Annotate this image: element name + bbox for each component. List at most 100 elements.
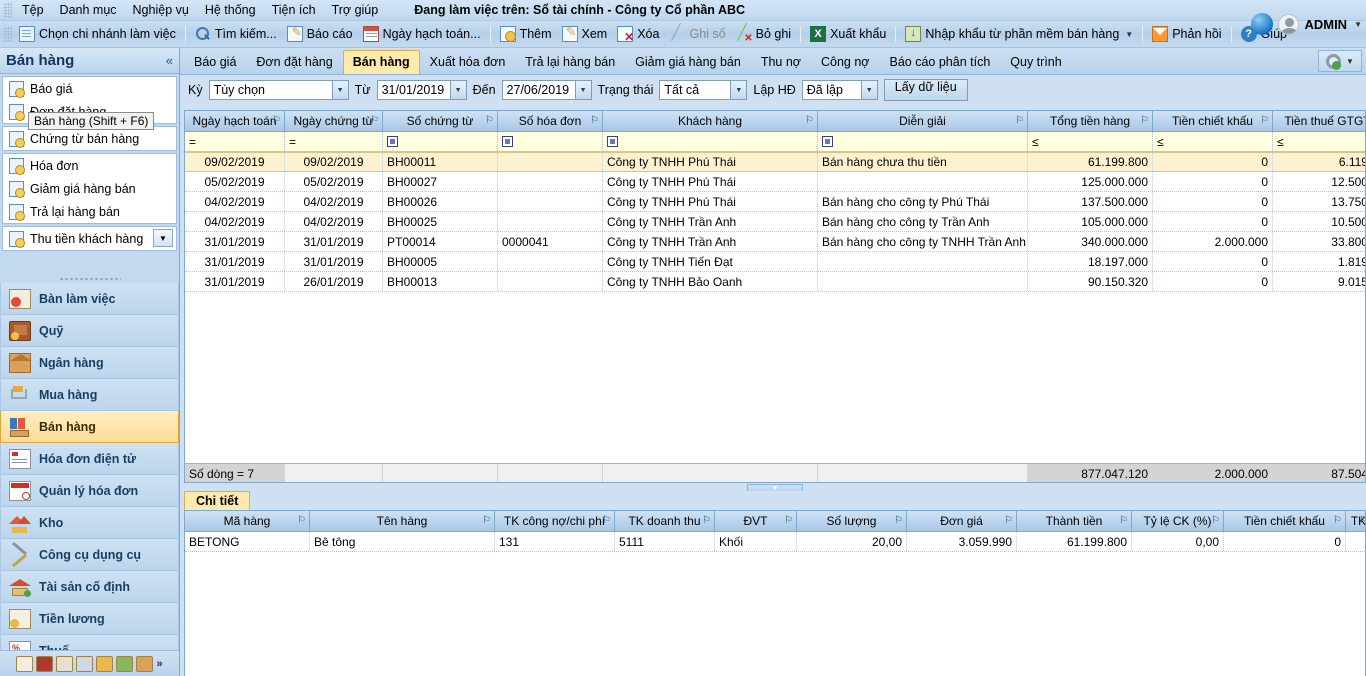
sidebar-splitter-grip[interactable] (0, 274, 179, 283)
tab-tra-lai-hang-ban[interactable]: Trả lại hàng bán (515, 50, 625, 74)
collapse-icon[interactable]: « (166, 53, 173, 68)
table-row[interactable]: 09/02/2019 09/02/2019 BH00011 Công ty TNHH … (185, 152, 1365, 172)
column-filter-cell[interactable]: ≤ (1273, 132, 1365, 151)
column-header[interactable]: Số hóa đơn ⚐ (498, 111, 603, 131)
get-data-button[interactable]: Lấy dữ liệu (883, 79, 968, 101)
column-filter-cell[interactable] (818, 132, 1028, 151)
table-row[interactable]: 31/01/2019 31/01/2019 PT00014 0000041 Công t… (185, 232, 1365, 252)
column-header[interactable]: Số chứng từ ⚐ (383, 111, 498, 131)
toolbar-export[interactable]: X Xuất khẩu (805, 24, 891, 44)
column-filter-cell[interactable] (498, 132, 603, 151)
purchase-mini-icon[interactable] (76, 655, 94, 672)
column-header[interactable]: ĐVT ⚐ (715, 511, 797, 531)
column-filter-cell[interactable]: ≤ (1153, 132, 1273, 151)
sidebar-item-ban-lam-viec[interactable]: Bàn làm việc (0, 283, 179, 315)
pin-icon[interactable]: ⚐ (482, 515, 491, 526)
pin-icon[interactable]: ⚐ (1015, 115, 1024, 126)
pin-icon[interactable]: ⚐ (702, 515, 711, 526)
table-row[interactable]: 31/01/2019 31/01/2019 BH00005 Công ty TNHH … (185, 252, 1365, 272)
from-date-input[interactable]: 31/01/2019 ▼ (376, 80, 467, 100)
toolbar-posting-date[interactable]: Ngày hạch toán... (358, 24, 486, 44)
column-header[interactable]: Diễn giải ⚐ (818, 111, 1028, 131)
table-row[interactable]: 31/01/2019 26/01/2019 BH00013 Công ty TNHH … (185, 272, 1365, 292)
cashbox-mini-icon[interactable] (36, 655, 54, 672)
sidebar-item-chung-tu-ban-hang[interactable]: Chứng từ bán hàng (3, 127, 176, 150)
column-filter-cell[interactable] (383, 132, 498, 151)
tab-giam-gia-hang-ban[interactable]: Giảm giá hàng bán (625, 50, 751, 74)
chevron-down-icon[interactable]: ▼ (1125, 30, 1133, 39)
tab-don-dat-hang[interactable]: Đơn đặt hàng (246, 50, 342, 74)
pin-icon[interactable]: ⚐ (1119, 515, 1128, 526)
pin-icon[interactable]: ⚐ (1140, 115, 1149, 126)
status-select[interactable]: Tất cả ▼ (659, 80, 748, 100)
payroll-mini-icon[interactable] (96, 655, 114, 672)
pin-icon[interactable]: ⚐ (1004, 515, 1013, 526)
pin-icon[interactable]: ⚐ (1333, 515, 1342, 526)
sidebar-item-giam-gia-hang-ban[interactable]: Giảm giá hàng bán (3, 177, 176, 200)
sidebar-item-quy[interactable]: Quỹ (0, 315, 179, 347)
column-header[interactable]: Mã hàng ⚐ (185, 511, 310, 531)
sidebar-item-tai-san-co-dinh[interactable]: Tài sản cố định (0, 571, 179, 603)
asset-mini-icon[interactable] (136, 655, 154, 672)
tax-mini-icon[interactable] (116, 655, 134, 672)
menu-item-danh-muc[interactable]: Danh mục (52, 1, 125, 19)
tab-chi-tiet[interactable]: Chi tiết (184, 491, 251, 510)
column-header[interactable]: Tỷ lệ CK (%) ⚐ (1132, 511, 1224, 531)
pin-icon[interactable]: ⚐ (784, 515, 793, 526)
menu-item-nghiep-vu[interactable]: Nghiệp vụ (125, 1, 197, 19)
sidebar-item-cong-cu-dung-cu[interactable]: Công cụ dụng cụ (0, 539, 179, 571)
sidebar-scroll-down-button[interactable]: ▼ (153, 229, 173, 247)
pin-icon[interactable]: ⚐ (1211, 515, 1220, 526)
more-icons-chevron-icon[interactable]: » (156, 658, 162, 670)
tab-thu-no[interactable]: Thu nợ (751, 50, 811, 74)
column-header[interactable]: Tiền thuế GTGT⚐ (1273, 111, 1365, 131)
sidebar-item-tra-lai-hang-ban[interactable]: Trả lại hàng bán (3, 200, 176, 223)
bank-mini-icon[interactable] (56, 655, 74, 672)
column-filter-cell[interactable]: = (285, 132, 383, 151)
sidebar-item-quan-ly-hoa-don[interactable]: Quản lý hóa đơn (0, 475, 179, 507)
column-header[interactable]: Ngày hạch toán ⚐ (185, 111, 285, 131)
invoice-select[interactable]: Đã lập ▼ (801, 80, 878, 100)
toolbar-delete[interactable]: Xóa (612, 24, 664, 44)
sidebar-item-mua-hang[interactable]: Mua hàng (0, 379, 179, 411)
table-row[interactable]: 04/02/2019 04/02/2019 BH00025 Công ty TNHH … (185, 212, 1365, 232)
column-header[interactable]: Tên hàng ⚐ (310, 511, 495, 531)
column-header[interactable]: TK doanh thu ⚐ (615, 511, 715, 531)
pin-icon[interactable]: ⚐ (297, 515, 306, 526)
column-header[interactable]: Số lượng ⚐ (797, 511, 907, 531)
pin-icon[interactable]: ⚐ (590, 115, 599, 126)
table-row[interactable]: 05/02/2019 05/02/2019 BH00027 Công ty TNHH … (185, 172, 1365, 192)
pin-icon[interactable]: ⚐ (1359, 515, 1365, 526)
column-header[interactable]: Tiền chiết khấu ⚐ (1153, 111, 1273, 131)
column-header[interactable]: Ngày chứng từ ⚐ (285, 111, 383, 131)
table-row[interactable]: 04/02/2019 04/02/2019 BH00026 Công ty TNHH … (185, 192, 1365, 212)
tab-settings-button[interactable]: ▼ (1318, 50, 1362, 72)
tab-bao-gia[interactable]: Báo giá (184, 50, 246, 74)
sidebar-item-bao-gia[interactable]: Báo giá (3, 77, 176, 100)
toolbar-report[interactable]: Báo cáo (282, 24, 358, 44)
menu-item-tep[interactable]: Tệp (14, 1, 52, 19)
toolbar-unpost[interactable]: Bỏ ghi (731, 23, 796, 44)
pin-icon[interactable]: ⚐ (894, 515, 903, 526)
sidebar-item-hoa-don[interactable]: Hóa đơn (3, 154, 176, 177)
sidebar-item-kho[interactable]: Kho (0, 507, 179, 539)
menu-item-he-thong[interactable]: Hệ thống (197, 1, 264, 19)
tab-quy-trinh[interactable]: Quy trình (1000, 50, 1071, 74)
column-header[interactable]: TK công nợ/chi phí ⚐ (495, 511, 615, 531)
column-header[interactable]: Thành tiền ⚐ (1017, 511, 1132, 531)
toolbar-choose-branch[interactable]: Chọn chi nhánh làm việc (14, 24, 181, 44)
sidebar-item-ban-hang[interactable]: Bán hàng (0, 411, 179, 443)
pin-icon[interactable]: ⚐ (602, 515, 611, 526)
sidebar-item-ngan-hang[interactable]: Ngân hàng (0, 347, 179, 379)
tab-ban-hang[interactable]: Bán hàng (342, 50, 420, 74)
column-header[interactable]: Đơn giá ⚐ (907, 511, 1017, 531)
tab-cong-no[interactable]: Công nợ (811, 50, 880, 74)
table-row[interactable]: BETONG Bê tông 131 5111 Khối 20,00 3.059.990 61… (185, 532, 1365, 552)
column-filter-cell[interactable] (603, 132, 818, 151)
pin-icon[interactable]: ⚐ (805, 115, 814, 126)
account-name[interactable]: ADMIN (1304, 17, 1347, 32)
pin-icon[interactable]: ⚐ (272, 115, 281, 126)
pin-icon[interactable]: ⚐ (485, 115, 494, 126)
toolbar-post[interactable]: Ghi sổ (664, 23, 730, 44)
toolbar-feedback[interactable]: Phản hồi (1147, 24, 1226, 44)
